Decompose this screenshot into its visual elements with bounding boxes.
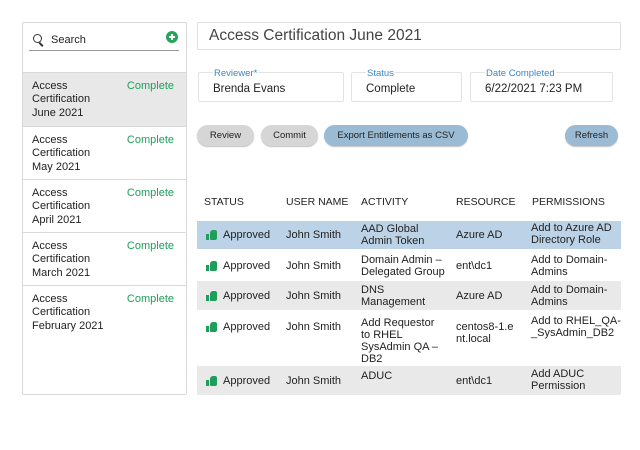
row-resource: Azure AD — [456, 290, 503, 302]
reviewer-label: Reviewer* — [213, 68, 259, 79]
row-user: John Smith — [286, 260, 342, 272]
row-status: Approved — [223, 229, 271, 241]
certification-sidebar: Access Certification June 2021 Complete … — [22, 22, 187, 395]
certification-name: Access Certification June 2021 — [32, 80, 91, 119]
list-item[interactable]: Access Certification February 2021 Compl… — [23, 285, 186, 351]
certification-status: Complete — [126, 240, 174, 252]
certification-name: Access Certification February 2021 — [32, 293, 104, 332]
thumbs-up-icon — [206, 322, 217, 332]
row-activity: Domain Admin – Delegated Group — [361, 254, 445, 278]
page-title: Access Certification June 2021 — [209, 27, 422, 44]
table-row[interactable]: Approved John Smith Add Requestor to RHE… — [197, 312, 621, 365]
table-row[interactable]: Approved John Smith Domain Admin – Deleg… — [197, 251, 621, 280]
refresh-button[interactable]: Refresh — [565, 125, 618, 146]
row-activity: AAD Global Admin Token — [361, 223, 425, 247]
row-status: Approved — [223, 375, 271, 387]
row-permissions: Add to Azure AD Directory Role — [531, 222, 612, 246]
thumbs-up-icon — [206, 230, 217, 240]
row-status: Approved — [223, 260, 271, 272]
certification-name: Access Certification May 2021 — [32, 134, 91, 173]
list-item[interactable]: Access Certification March 2021 Complete — [23, 232, 186, 285]
row-user: John Smith — [286, 321, 342, 333]
reviewer-field[interactable]: Reviewer* Brenda Evans — [198, 68, 344, 102]
date-completed-value: 6/22/2021 7:23 PM — [485, 83, 583, 95]
commit-button[interactable]: Commit — [261, 125, 318, 146]
row-resource: ent\dc1 — [456, 375, 493, 387]
table-row[interactable]: Approved John Smith AAD Global Admin Tok… — [197, 221, 621, 249]
list-item[interactable]: Access Certification June 2021 Complete — [23, 72, 186, 126]
column-header-activity[interactable]: ACTIVITY — [361, 196, 408, 208]
export-csv-button[interactable]: Export Entitlements as CSV — [324, 125, 468, 146]
list-item[interactable]: Access Certification May 2021 Complete — [23, 126, 186, 179]
certification-status: Complete — [126, 293, 174, 305]
column-header-permissions[interactable]: PERMISSIONS — [532, 196, 605, 208]
title-box: Access Certification June 2021 — [197, 22, 621, 50]
column-header-status[interactable]: STATUS — [204, 196, 244, 208]
certification-status: Complete — [126, 134, 174, 146]
row-permissions: Add to Domain-Admins — [531, 254, 608, 278]
add-certification-icon[interactable] — [166, 31, 178, 43]
row-user: John Smith — [286, 375, 342, 387]
column-header-user-name[interactable]: USER NAME — [286, 196, 348, 208]
certification-name: Access Certification March 2021 — [32, 240, 91, 279]
row-user: John Smith — [286, 290, 342, 302]
status-label: Status — [366, 68, 395, 79]
status-value: Complete — [366, 83, 416, 95]
search-box[interactable] — [29, 29, 179, 51]
row-activity: Add Requestor to RHEL SysAdmin QA – DB2 — [361, 317, 439, 365]
row-resource: centos8-1.ent.local — [456, 321, 514, 345]
row-resource: Azure AD — [456, 229, 503, 241]
row-activity: DNS Management — [361, 284, 426, 308]
row-activity: ADUC — [361, 370, 393, 382]
list-item[interactable]: Access Certification April 2021 Complete — [23, 179, 186, 232]
table-row[interactable]: Approved John Smith ADUC ent\dc1 Add ADU… — [197, 366, 621, 395]
search-input[interactable] — [51, 33, 171, 46]
row-permissions: Add to Domain-Admins — [531, 284, 608, 308]
date-completed-label: Date Completed — [485, 68, 556, 79]
review-button[interactable]: Review — [197, 125, 254, 146]
search-icon — [31, 32, 47, 48]
certification-list: Access Certification June 2021 Complete … — [23, 72, 186, 351]
thumbs-up-icon — [206, 291, 217, 301]
date-completed-field[interactable]: Date Completed 6/22/2021 7:23 PM — [470, 68, 613, 102]
row-permissions: Add ADUC Permission — [531, 368, 586, 392]
row-resource: ent\dc1 — [456, 260, 493, 272]
table-row[interactable]: Approved John Smith DNS Management Azure… — [197, 281, 621, 310]
row-status: Approved — [223, 321, 271, 333]
status-field[interactable]: Status Complete — [351, 68, 462, 102]
row-user: John Smith — [286, 229, 342, 241]
thumbs-up-icon — [206, 261, 217, 271]
row-status: Approved — [223, 290, 271, 302]
column-header-resource[interactable]: RESOURCE — [456, 196, 516, 208]
row-permissions: Add to RHEL_QA-_SysAdmin_DB2 — [531, 315, 621, 339]
certification-status: Complete — [126, 80, 174, 92]
thumbs-up-icon — [206, 376, 217, 386]
certification-status: Complete — [126, 187, 174, 199]
reviewer-value: Brenda Evans — [213, 83, 286, 95]
certification-name: Access Certification April 2021 — [32, 187, 91, 226]
